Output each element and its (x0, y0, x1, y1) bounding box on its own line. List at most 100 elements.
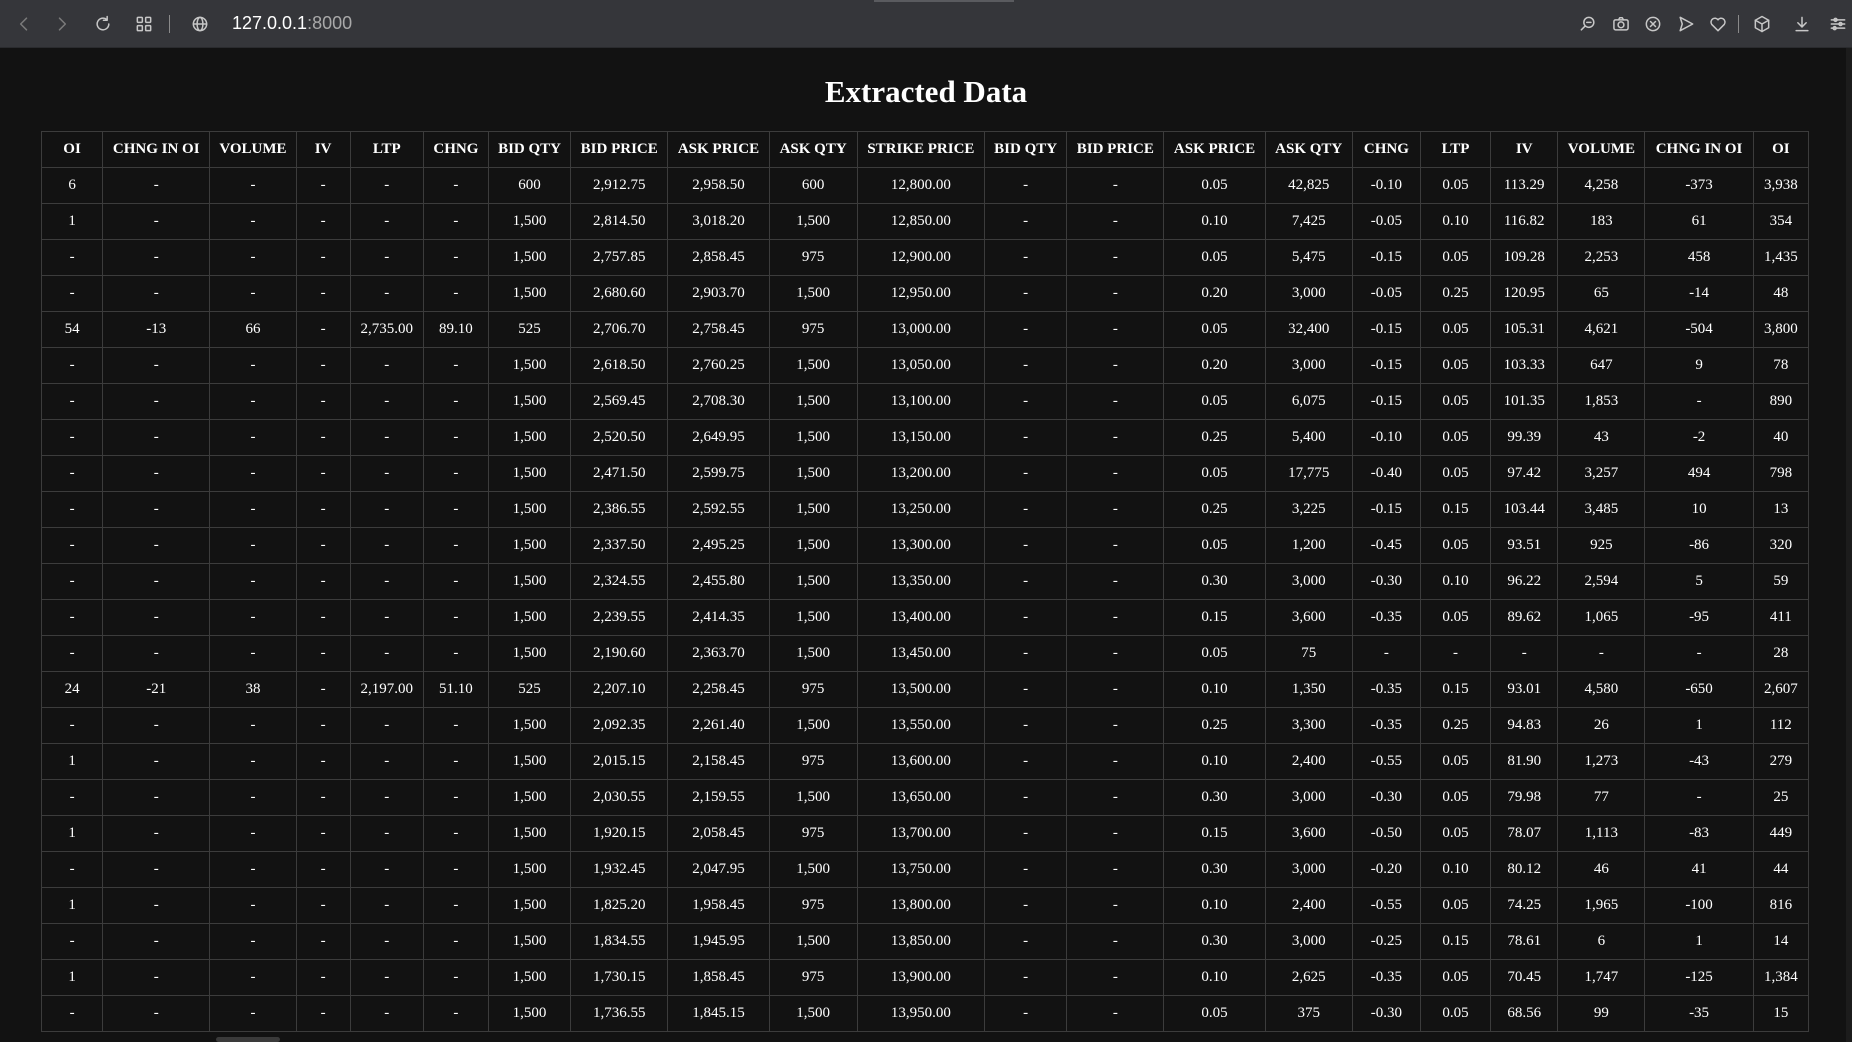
table-cell: - (422, 815, 489, 852)
table-cell: 99.39 (1490, 419, 1559, 456)
reload-icon[interactable] (91, 12, 115, 36)
table-cell: 3,018.20 (667, 203, 770, 240)
heart-icon[interactable] (1706, 12, 1730, 36)
column-header: OI (1752, 131, 1810, 168)
table-cell: -43 (1644, 743, 1754, 780)
table-cell: - (1066, 635, 1165, 672)
table-cell: 2,455.80 (667, 563, 770, 600)
table-cell: 1,500 (487, 203, 572, 240)
table-cell: -125 (1644, 959, 1754, 996)
table-cell: 1,825.20 (570, 887, 669, 924)
table-cell: 2,858.45 (667, 239, 770, 276)
table-cell: 0.10 (1163, 959, 1266, 996)
table-cell: 96.22 (1490, 563, 1559, 600)
table-cell: - (984, 311, 1068, 348)
table-cell: 2,757.85 (570, 239, 669, 276)
table-cell: -0.05 (1351, 203, 1421, 240)
table-cell: 4,580 (1557, 671, 1646, 708)
back-icon[interactable] (12, 12, 36, 36)
table-cell: 28 (1752, 635, 1810, 672)
table-cell: - (349, 491, 424, 528)
table-cell: 1,500 (487, 851, 572, 888)
table-cell: - (40, 419, 104, 456)
table-cell: 43 (1557, 419, 1646, 456)
horizontal-scrollbar[interactable] (216, 1037, 280, 1042)
table-cell: 99 (1557, 995, 1646, 1032)
table-cell: 0.05 (1163, 239, 1266, 276)
table-cell: 0.05 (1419, 815, 1492, 852)
table-row: 6- - - - -600 2,912.75 2,958.50 600 12,800.00- -0… (40, 167, 1810, 204)
table-cell: -0.45 (1351, 527, 1421, 564)
column-header: ASK PRICE (1163, 131, 1266, 168)
forward-icon[interactable] (50, 12, 74, 36)
table-cell: - (984, 491, 1068, 528)
table-cell: 12,850.00 (856, 203, 986, 240)
download-icon[interactable] (1790, 12, 1814, 36)
table-cell: - (102, 275, 211, 312)
table-cell: 1,384 (1752, 959, 1810, 996)
table-cell: - (984, 671, 1068, 708)
site-info-globe-icon[interactable] (188, 12, 212, 36)
table-cell: 5 (1644, 563, 1754, 600)
table-cell: - (1066, 887, 1165, 924)
table-cell: - (349, 923, 424, 960)
table-cell: 0.05 (1419, 887, 1492, 924)
table-cell: 975 (768, 311, 858, 348)
table-cell: - (40, 995, 104, 1032)
table-cell: 1,747 (1557, 959, 1646, 996)
table-cell: -0.15 (1351, 347, 1421, 384)
table-cell: 0.05 (1163, 311, 1266, 348)
table-cell: 3,000 (1264, 275, 1353, 312)
table-cell: 2,337.50 (570, 527, 669, 564)
camera-icon[interactable] (1609, 12, 1633, 36)
table-cell: 2,324.55 (570, 563, 669, 600)
table-row: 54 -13 66-2,735.00 89.10 525 2,706.70 2,758.45… (40, 311, 1810, 348)
table-cell: - (102, 347, 211, 384)
browser-toolbar: 127.0.0.1:8000 (0, 0, 1852, 48)
table-cell: 9 (1644, 347, 1754, 384)
table-cell: - (295, 851, 351, 888)
table-cell: 2,618.50 (570, 347, 669, 384)
table-cell: - (1066, 851, 1165, 888)
table-cell: 2,414.35 (667, 599, 770, 636)
table-cell: -21 (102, 671, 211, 708)
table-cell: 42,825 (1264, 167, 1353, 204)
table-cell: 3,257 (1557, 455, 1646, 492)
table-cell: 2,520.50 (570, 419, 669, 456)
table-cell: 975 (768, 887, 858, 924)
table-cell: 10 (1644, 491, 1754, 528)
table-cell: - (1066, 347, 1165, 384)
address-bar[interactable]: 127.0.0.1:8000 (232, 13, 352, 34)
table-cell: - (422, 347, 489, 384)
tabs-grid-icon[interactable] (132, 12, 156, 36)
table-cell: 1,858.45 (667, 959, 770, 996)
column-header: CHNG (1351, 131, 1421, 168)
table-cell: 48 (1752, 275, 1810, 312)
table-cell: 78.07 (1490, 815, 1559, 852)
table-cell: 1,500 (768, 599, 858, 636)
table-cell: 1 (40, 203, 104, 240)
table-cell: 0.05 (1419, 779, 1492, 816)
table-cell: 0.10 (1163, 671, 1266, 708)
table-cell: 2,625 (1264, 959, 1353, 996)
table-cell: - (102, 995, 211, 1032)
table-cell: - (209, 887, 297, 924)
send-icon[interactable] (1674, 12, 1698, 36)
table-cell: 66 (209, 311, 297, 348)
table-cell: 2,015.15 (570, 743, 669, 780)
zoom-search-icon[interactable] (1576, 12, 1600, 36)
table-cell: 1,500 (487, 563, 572, 600)
table-cell: 1,845.15 (667, 995, 770, 1032)
table-cell: 6 (40, 167, 104, 204)
block-icon[interactable] (1641, 12, 1665, 36)
settings-sliders-icon[interactable] (1826, 12, 1850, 36)
table-cell: 0.05 (1419, 455, 1492, 492)
extensions-cube-icon[interactable] (1750, 12, 1774, 36)
vertical-scrollbar[interactable] (1846, 48, 1852, 1042)
table-cell: - (295, 671, 351, 708)
table-cell: -0.30 (1351, 563, 1421, 600)
url-host: 127.0.0.1 (232, 13, 308, 33)
table-cell: - (295, 959, 351, 996)
table-cell: -0.30 (1351, 995, 1421, 1032)
table-cell: 0.05 (1419, 347, 1492, 384)
